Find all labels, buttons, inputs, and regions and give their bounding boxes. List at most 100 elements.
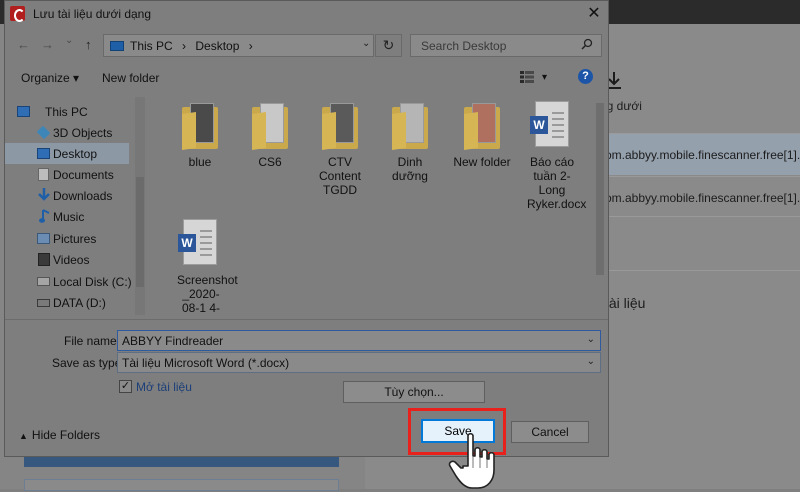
- search-input[interactable]: [411, 35, 581, 56]
- nav-item-pictures[interactable]: Pictures: [5, 228, 129, 249]
- close-icon[interactable]: ✕: [583, 3, 605, 25]
- videos-icon: [38, 253, 50, 266]
- drive-icon: [37, 299, 50, 307]
- search-box: [410, 34, 602, 57]
- background-file-name: om.abbyy.mobile.finescanner.free[1].jpg: [605, 148, 800, 162]
- nav-item-label: Local Disk (C:): [53, 275, 132, 289]
- scrollbar-thumb[interactable]: [136, 177, 144, 287]
- nav-item-label: This PC: [45, 105, 88, 119]
- save-as-dialog: Lưu tài liệu dưới dạng ✕ ← → ⌄ ↑ This PC…: [4, 0, 609, 457]
- navigation-bar: ← → ⌄ ↑ This PC › Desktop › ⌄ ↻: [5, 31, 608, 61]
- nav-item-label: Desktop: [53, 147, 98, 161]
- hand-pointer-icon: [448, 432, 508, 489]
- nav-item-3d-objects[interactable]: 3D Objects: [5, 122, 129, 143]
- organize-menu[interactable]: Organize ▾: [21, 71, 79, 85]
- breadcrumb: This PC › Desktop ›: [130, 39, 259, 53]
- view-dropdown-icon[interactable]: ▾: [542, 72, 547, 83]
- save-form: File name: ABBYY Findreader ⌄ Save as ty…: [5, 319, 608, 456]
- word-doc-icon: W: [178, 219, 217, 265]
- nav-item-videos[interactable]: Videos: [5, 249, 129, 270]
- file-name-value: ABBYY Findreader: [122, 334, 224, 348]
- open-document-checkbox[interactable]: ✓: [119, 380, 132, 393]
- background-secondary-button: [24, 479, 339, 491]
- breadcrumb-desktop[interactable]: Desktop: [195, 39, 239, 53]
- nav-item-desktop[interactable]: Desktop: [5, 143, 129, 164]
- download-icon: [37, 187, 51, 203]
- folder-item-new-folder[interactable]: New folder: [449, 93, 515, 173]
- nav-item-music[interactable]: Music: [5, 206, 129, 227]
- hide-folders-label: Hide Folders: [31, 428, 100, 442]
- file-label: blue: [188, 155, 212, 169]
- cube-icon: [36, 125, 51, 140]
- folder-item-blue[interactable]: blue: [167, 93, 233, 173]
- file-label: Báo cáo tuần 2-Long Ryker.docx: [527, 155, 587, 211]
- file-label: Dinh dưỡng: [392, 155, 428, 183]
- background-divider: [600, 216, 800, 217]
- folder-icon: [182, 103, 218, 150]
- folder-item-cs6[interactable]: CS6: [237, 93, 303, 173]
- save-as-type-select[interactable]: Tài liệu Microsoft Word (*.docx) ⌄: [117, 352, 601, 373]
- drive-icon: [37, 277, 50, 286]
- back-arrow-icon[interactable]: ←: [17, 37, 30, 52]
- new-folder-button[interactable]: New folder: [102, 71, 159, 85]
- refresh-icon[interactable]: ↻: [375, 34, 402, 57]
- navigation-pane: This PC 3D Objects Desktop Documents Dow…: [5, 97, 145, 315]
- nav-item-label: Pictures: [53, 232, 97, 246]
- pc-icon: [110, 41, 124, 51]
- nav-item-label: Music: [53, 210, 85, 224]
- address-dropdown-icon[interactable]: ⌄: [362, 38, 370, 49]
- pictures-icon: [37, 233, 50, 244]
- folder-icon: [322, 103, 358, 150]
- file-name-field[interactable]: ABBYY Findreader ⌄: [117, 330, 601, 351]
- hide-folders-toggle[interactable]: ▲ Hide Folders: [19, 428, 100, 442]
- view-options-icon[interactable]: [520, 71, 534, 86]
- options-button[interactable]: Tùy chọn...: [343, 381, 485, 403]
- cancel-button[interactable]: Cancel: [511, 421, 589, 443]
- open-document-label[interactable]: Mở tài liệu: [136, 380, 192, 394]
- breadcrumb-this-pc[interactable]: This PC: [130, 39, 173, 53]
- nav-item-local-disk-c[interactable]: Local Disk (C:): [5, 271, 132, 292]
- nav-item-label: 3D Objects: [53, 126, 113, 140]
- up-arrow-icon[interactable]: ↑: [85, 37, 92, 52]
- save-as-type-value: Tài liệu Microsoft Word (*.docx): [122, 356, 290, 370]
- nav-item-label: DATA (D:): [53, 296, 106, 310]
- nav-item-downloads[interactable]: Downloads: [5, 185, 129, 206]
- address-bar[interactable]: This PC › Desktop › ⌄: [103, 34, 374, 57]
- file-label: CS6: [258, 155, 282, 169]
- documents-icon: [38, 168, 49, 181]
- help-icon[interactable]: ?: [578, 69, 593, 84]
- pc-icon: [17, 106, 30, 117]
- dialog-toolbar: Organize ▾ New folder ▾ ?: [5, 65, 608, 91]
- folder-item-ctv-content[interactable]: CTV Content TGDD: [307, 93, 373, 203]
- background-section-label: tài liệu: [605, 295, 646, 311]
- folder-item-dinh-duong[interactable]: Dinh dưỡng: [377, 93, 443, 193]
- chevron-down-icon[interactable]: ⌄: [587, 356, 595, 367]
- nav-item-data-d[interactable]: DATA (D:): [5, 292, 129, 313]
- nav-item-label: Videos: [53, 253, 90, 267]
- breadcrumb-separator: ›: [182, 39, 187, 53]
- search-icon[interactable]: [581, 38, 593, 53]
- breadcrumb-separator: ›: [248, 39, 253, 53]
- file-name-label: File name:: [64, 334, 121, 348]
- abbyy-app-icon: [10, 6, 25, 22]
- scrollbar-thumb[interactable]: [596, 103, 604, 275]
- forward-arrow-icon[interactable]: →: [41, 37, 54, 52]
- music-icon: [39, 208, 51, 224]
- doc-item-bao-cao[interactable]: W Báo cáo tuần 2-Long Ryker.docx: [519, 93, 587, 213]
- folder-icon: [464, 103, 500, 150]
- folder-icon: [392, 103, 428, 150]
- recent-locations-icon[interactable]: ⌄: [65, 35, 73, 46]
- nav-item-label: Documents: [53, 168, 114, 182]
- background-file-name: om.abbyy.mobile.finescanner.free[1].jpg: [605, 191, 800, 205]
- file-label: CTV Content TGDD: [318, 155, 362, 197]
- doc-item-screenshot[interactable]: W Screenshot _2020-08-1 4-23-06-25 029_c…: [167, 211, 238, 315]
- navigation-pane-scrollbar[interactable]: [135, 97, 145, 315]
- nav-item-documents[interactable]: Documents: [5, 164, 129, 185]
- file-list-scrollbar[interactable]: [594, 93, 606, 315]
- chevron-down-icon[interactable]: ⌄: [587, 334, 595, 345]
- nav-item-this-pc[interactable]: This PC: [5, 101, 129, 122]
- chevron-up-icon: ▲: [19, 431, 28, 441]
- folder-icon: [252, 103, 288, 150]
- word-doc-icon: W: [530, 101, 569, 147]
- dialog-title: Lưu tài liệu dưới dạng: [33, 7, 152, 21]
